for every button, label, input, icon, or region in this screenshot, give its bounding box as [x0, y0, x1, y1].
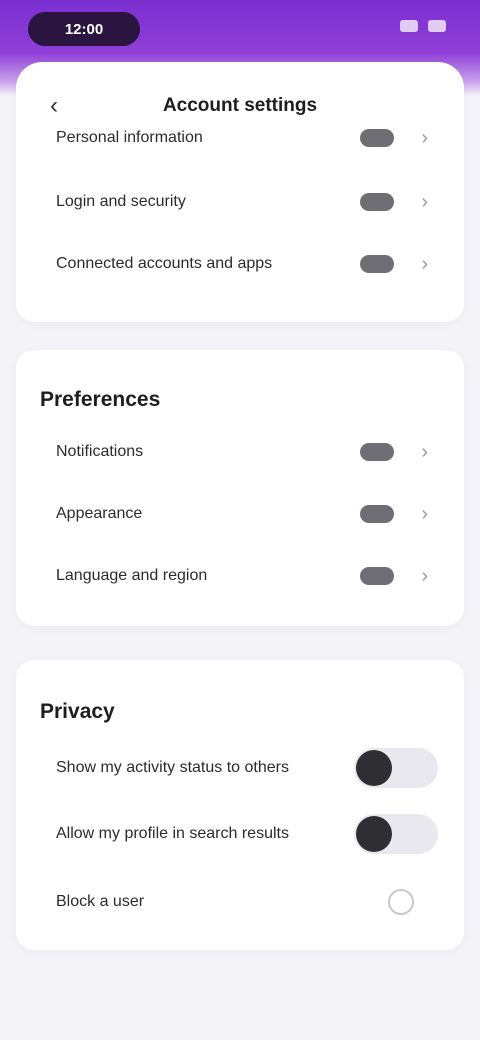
settings-row-activity-status[interactable]: Show my activity status to others: [16, 744, 464, 792]
row-label: Login and security: [56, 193, 186, 210]
chevron-right-icon: ›: [421, 564, 428, 587]
settings-row-personal-info[interactable]: Personal information ›: [16, 114, 464, 162]
section-title-preferences: Preferences: [40, 388, 161, 411]
chevron-right-icon: ›: [421, 252, 428, 275]
block-user-radio[interactable]: [388, 889, 414, 915]
row-value: [360, 505, 394, 523]
row-value: [360, 443, 394, 461]
section-title-privacy: Privacy: [40, 700, 115, 723]
chevron-right-icon: ›: [421, 502, 428, 525]
settings-row-appearance[interactable]: Appearance ›: [16, 490, 464, 538]
activity-status-toggle[interactable]: [354, 748, 438, 788]
status-icons: [400, 20, 446, 32]
row-label: Show my activity status to others: [56, 759, 289, 776]
chevron-right-icon: ›: [421, 440, 428, 463]
row-value: [360, 567, 394, 585]
row-value: [360, 129, 394, 147]
settings-row-login-security[interactable]: Login and security ›: [16, 178, 464, 226]
search-results-toggle[interactable]: [354, 814, 438, 854]
row-label: Allow my profile in search results: [56, 825, 289, 842]
chevron-right-icon: ›: [421, 190, 428, 213]
toggle-knob: [356, 750, 392, 786]
row-label: Appearance: [56, 505, 143, 522]
signal-icon: [400, 20, 418, 32]
row-label: Personal information: [56, 129, 203, 146]
row-label: Language and region: [56, 567, 208, 584]
row-label: Connected accounts and apps: [56, 255, 273, 272]
row-value: [360, 193, 394, 211]
settings-row-search-results[interactable]: Allow my profile in search results: [16, 810, 464, 858]
settings-row-notifications[interactable]: Notifications ›: [16, 428, 464, 476]
row-label: Notifications: [56, 443, 144, 460]
battery-icon: [428, 20, 446, 32]
settings-row-connected-accounts[interactable]: Connected accounts and apps ›: [16, 240, 464, 288]
chevron-right-icon: ›: [421, 126, 428, 149]
toggle-knob: [356, 816, 392, 852]
settings-row-block-user[interactable]: Block a user: [16, 878, 464, 926]
row-label: Block a user: [56, 893, 145, 910]
settings-row-language-region[interactable]: Language and region ›: [16, 552, 464, 600]
status-time: 12:00: [28, 12, 140, 46]
row-value: [360, 255, 394, 273]
